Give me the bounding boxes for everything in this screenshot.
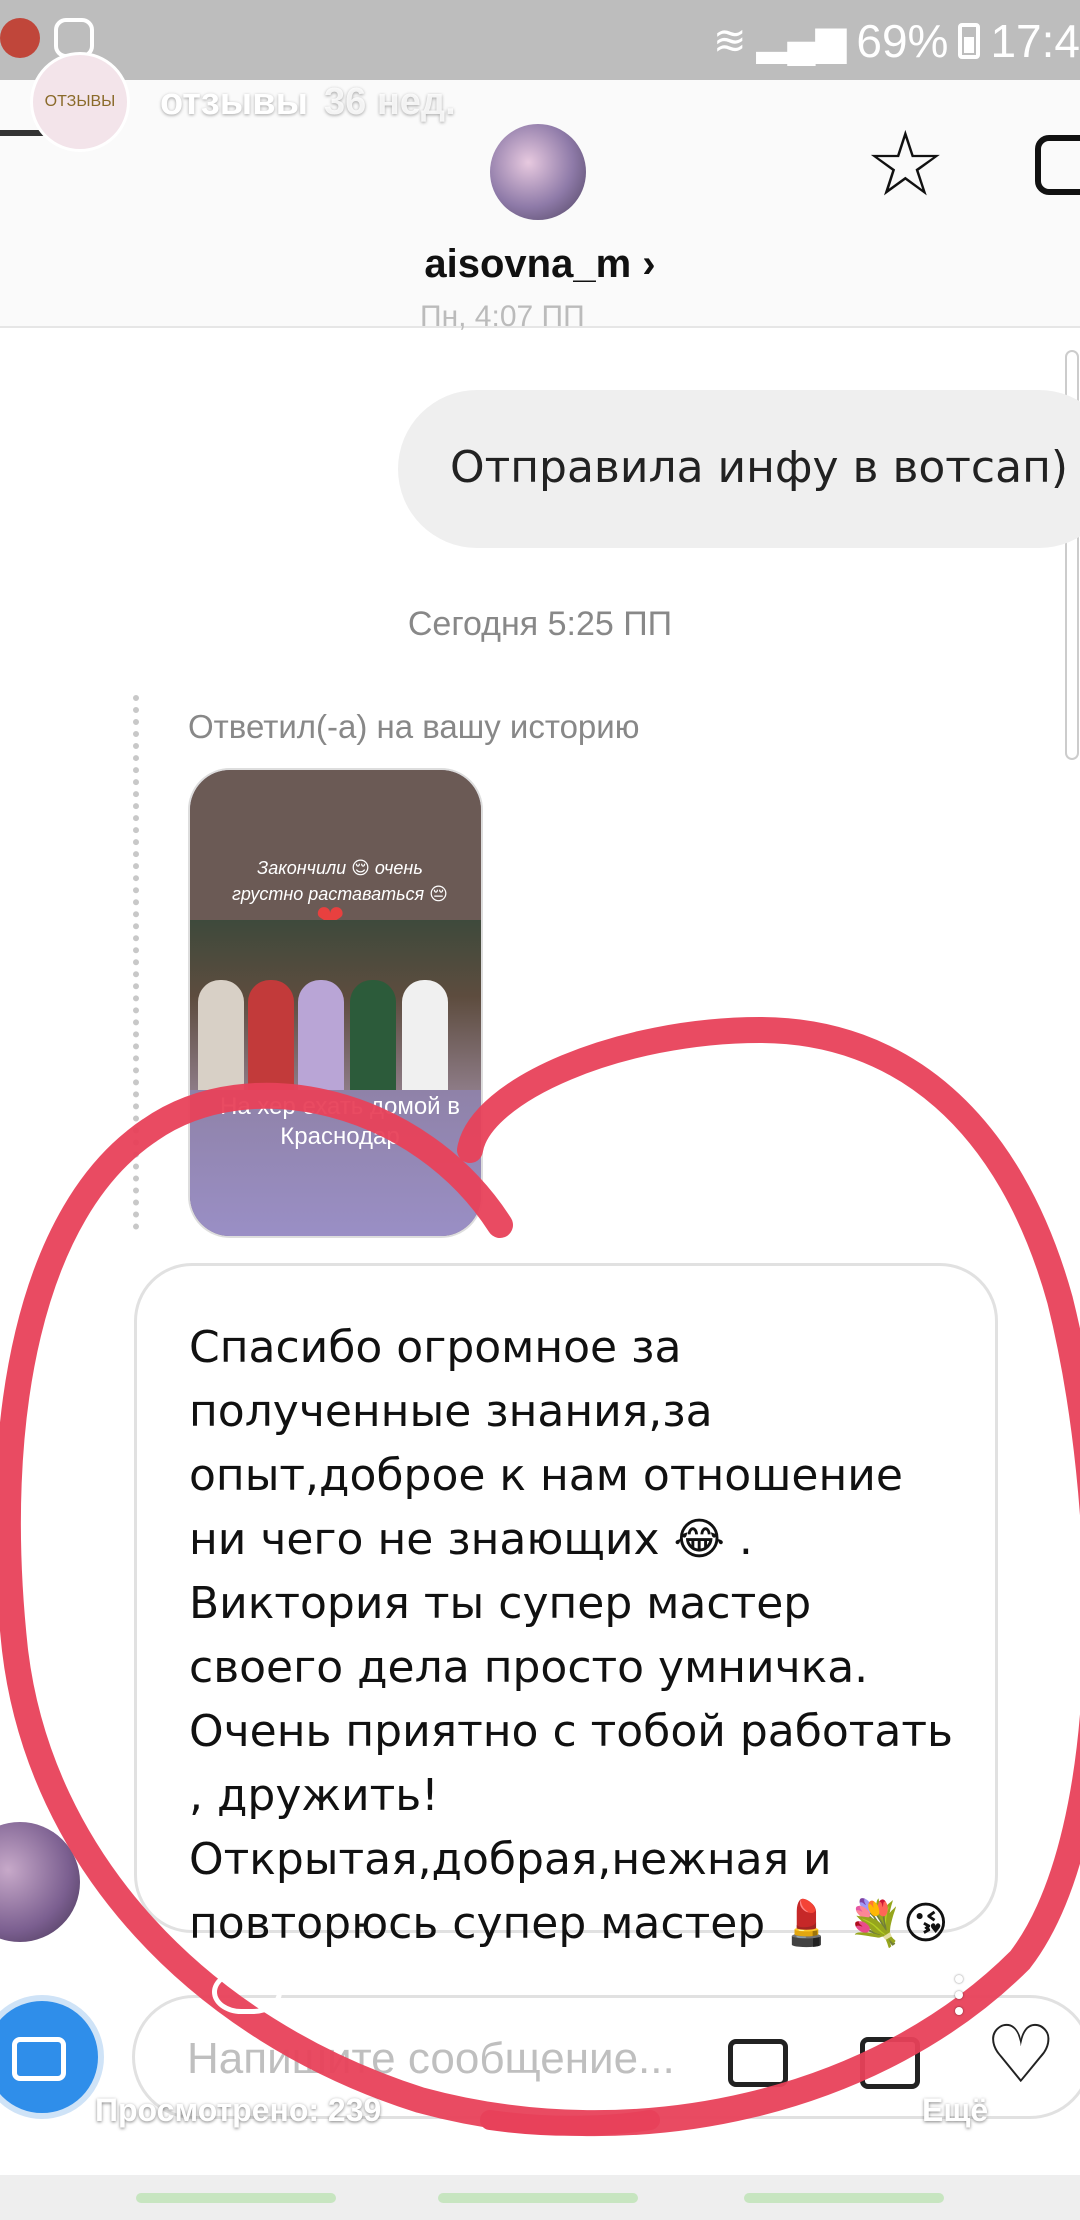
story-thumbnail[interactable]: Закончили 😌 очень грустно раставаться 😔 … [188, 768, 483, 1238]
views-count[interactable]: Просмотрено: 239 [95, 2092, 381, 2129]
signal-icon: ▂▄▆ [756, 19, 847, 63]
message-composer: Напишите сообщение... ♡ [0, 1985, 1080, 2160]
username-text: aisovna_m [424, 242, 632, 286]
story-avatar-label: ОТЗЫВЫ [44, 93, 116, 110]
story-avatar[interactable]: ОТЗЫВЫ [30, 52, 130, 152]
more-options-icon[interactable] [955, 1975, 963, 2023]
sent-message-text: Отправила инфу в вотсап) [450, 442, 1069, 493]
story-thumb-photo [190, 920, 481, 1090]
microphone-icon[interactable] [728, 2039, 788, 2087]
system-nav-bar [0, 2175, 1080, 2220]
story-age: 36 нед. [324, 80, 456, 123]
sent-message-bubble[interactable]: Отправила инфу в вотсап) [398, 390, 1080, 548]
nav-recent[interactable] [136, 2193, 336, 2203]
thread-timestamp: Сегодня 5:25 ПП [407, 605, 673, 643]
story-header: ОТЗЫВЫ отзывы 36 нед. [30, 52, 456, 152]
chevron-right-icon: › [642, 242, 656, 286]
sender-avatar[interactable] [0, 1822, 80, 1942]
more-button[interactable]: Ещё [922, 2092, 988, 2129]
heart-icon[interactable]: ♡ [985, 2015, 1057, 2095]
battery-icon [958, 23, 981, 59]
cut-timestamp: Пн, 4:07 ПП [420, 300, 585, 333]
clock: 17:4 [990, 15, 1080, 67]
nav-home[interactable] [438, 2193, 638, 2203]
video-call-icon[interactable] [1035, 135, 1080, 195]
received-message-bubble[interactable]: Спасибо огромное за полученные знания,за… [134, 1263, 998, 1949]
views-eye-icon[interactable] [212, 1970, 282, 2014]
received-message-text: Спасибо огромное за полученные знания,за… [189, 1322, 953, 1949]
chat-avatar[interactable] [490, 124, 586, 220]
story-account-name[interactable]: отзывы [160, 81, 308, 124]
chat-username[interactable]: aisovna_m › [0, 242, 1080, 287]
wifi-icon: ≋ [713, 19, 747, 63]
gallery-icon[interactable] [860, 2037, 920, 2089]
battery-percent: 69% [856, 15, 949, 67]
story-thumb-caption-2: На хер ехать домой в Краснодар [220, 1093, 460, 1150]
nav-back[interactable] [744, 2193, 944, 2203]
message-placeholder: Напишите сообщение... [187, 2034, 675, 2083]
status-indicators: ≋ ▂▄▆ 69% 17:4 [713, 14, 1080, 68]
camera-button[interactable] [0, 1995, 104, 2119]
star-icon[interactable]: ☆ [865, 120, 946, 210]
reply-label: Ответил(-а) на вашу историю [188, 708, 640, 745]
reply-indicator-line [133, 695, 139, 1230]
